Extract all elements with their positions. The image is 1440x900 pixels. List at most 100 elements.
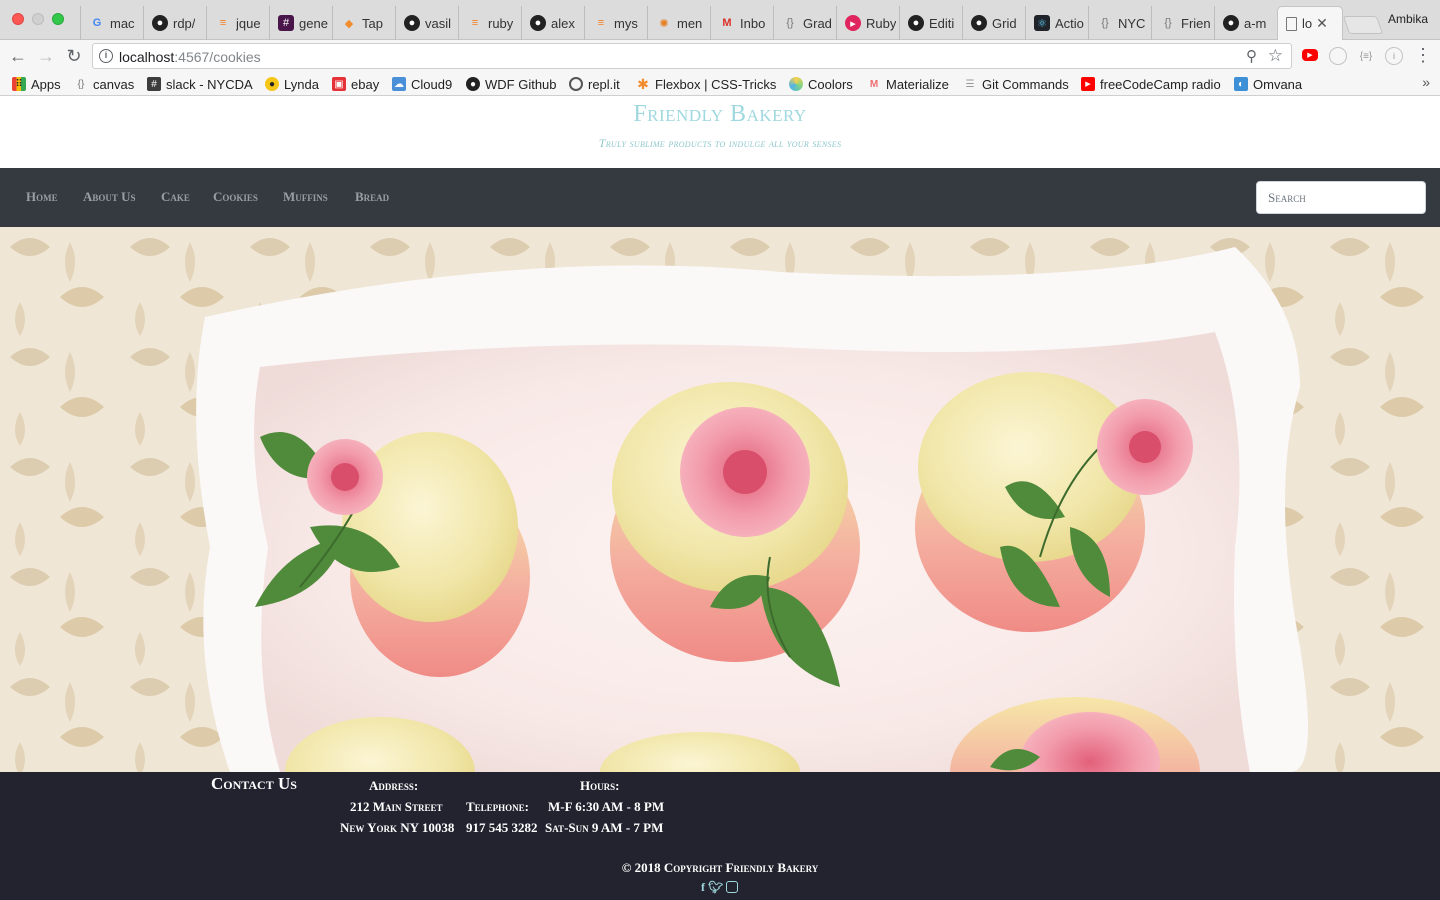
address-line1: 212 Main Street xyxy=(350,799,443,814)
forward-arrow-icon[interactable]: → xyxy=(34,44,58,68)
cloud9-icon: ☁ xyxy=(392,77,406,91)
bookmark-item[interactable]: {} canvas xyxy=(74,75,135,93)
browser-tab[interactable]: ● vasil xyxy=(395,6,459,40)
bookmark-label: Omvana xyxy=(1253,76,1303,92)
address-label: Address: xyxy=(369,778,419,793)
bookmark-item[interactable]: ▶ freeCodeCamp radio xyxy=(1081,75,1221,93)
ebay-icon: ▣ xyxy=(332,77,346,91)
extension-icon[interactable]: i xyxy=(1385,47,1403,65)
nav-link-muffins[interactable]: Muffins xyxy=(283,189,328,205)
chevron-double-right-icon[interactable]: » xyxy=(1422,74,1430,90)
instagram-icon[interactable] xyxy=(726,881,739,893)
bookmarks-bar: ⠿ Apps {} canvas # slack - NYCDA ● Lynda ▣ eb… xyxy=(0,72,1440,96)
tab-label: rdp/ xyxy=(173,15,196,31)
github-icon: ● xyxy=(152,15,168,31)
github-icon: ● xyxy=(971,15,987,31)
nav-link-bread[interactable]: Bread xyxy=(355,189,389,205)
browser-tab[interactable]: ● Editi xyxy=(899,6,963,40)
browser-tab[interactable]: ≡ jque xyxy=(206,6,270,40)
zoom-icon[interactable]: ⚲ xyxy=(1246,47,1257,65)
hero-image xyxy=(0,227,1440,772)
tab-label: Actio xyxy=(1055,15,1084,31)
window-zoom-button[interactable] xyxy=(52,13,64,25)
browser-tab-strip: Gmac ● rdp/ ≡ jque # gene ◆ Tap ● vasil ≡ ruby… xyxy=(0,0,1440,40)
nav-link-cake[interactable]: Cake xyxy=(161,189,190,205)
browser-tab[interactable]: ▸ Ruby xyxy=(836,6,900,40)
browser-tab[interactable]: ≡ ruby xyxy=(458,6,522,40)
browser-tab[interactable]: ⚛ Actio xyxy=(1025,6,1089,40)
lynda-icon: ● xyxy=(265,77,279,91)
browser-tab[interactable]: ✺ men xyxy=(647,6,711,40)
json-extension-icon[interactable]: {≡} xyxy=(1357,47,1375,65)
site-tagline: Truly sublime products to indulge all yo… xyxy=(598,136,842,150)
tab-label: Inbo xyxy=(740,15,766,31)
search-input[interactable] xyxy=(1256,181,1426,214)
gear-icon: ✺ xyxy=(659,17,669,30)
youtube-extension-icon[interactable]: ▶ xyxy=(1302,49,1318,61)
nav-link-home[interactable]: Home xyxy=(26,189,58,205)
window-minimize-button[interactable] xyxy=(32,13,44,25)
nav-link-about-us[interactable]: About Us xyxy=(83,189,136,205)
tab-label: gene xyxy=(299,15,328,31)
browser-tab[interactable]: {} Frien xyxy=(1151,6,1215,40)
address-url: localhost:4567/cookies xyxy=(119,49,261,65)
site-footer: Contact Us Address: 212 Main Street New … xyxy=(0,772,1440,900)
new-tab-button[interactable] xyxy=(1342,16,1384,34)
bookmark-item[interactable]: ◐ Omvana xyxy=(1234,75,1302,93)
browser-tab[interactable]: ◆ Tap xyxy=(332,6,396,40)
hours-weekend: Sat-Sun 9 AM - 7 PM xyxy=(545,820,664,835)
bookmark-item[interactable]: ▣ ebay xyxy=(332,75,379,93)
info-icon[interactable]: i xyxy=(99,49,113,63)
bookmark-label: Git Commands xyxy=(982,76,1069,92)
window-close-button[interactable] xyxy=(12,13,24,25)
browser-tab[interactable]: M Inbo xyxy=(710,6,774,40)
facebook-icon[interactable]: f xyxy=(701,880,705,894)
tab-label: lo xyxy=(1302,16,1313,31)
back-arrow-icon[interactable]: ← xyxy=(6,44,30,68)
browser-tab[interactable]: {} NYC xyxy=(1088,6,1152,40)
browser-tab[interactable]: ≡ mys xyxy=(584,6,648,40)
profile-name[interactable]: Ambika xyxy=(1388,12,1428,26)
browser-tab[interactable]: ● Grid xyxy=(962,6,1026,40)
bookmark-item[interactable]: ⠿ Apps xyxy=(12,75,61,93)
address-bar[interactable]: i localhost:4567/cookies ⚲ ☆ xyxy=(92,43,1292,69)
browser-tab[interactable]: # gene xyxy=(269,6,333,40)
browser-tab[interactable]: ● alex xyxy=(521,6,585,40)
bookmark-star-icon[interactable]: ☆ xyxy=(1268,46,1283,66)
close-icon[interactable]: ✕ xyxy=(1316,15,1328,32)
browser-toolbar: ← → ↻ i localhost:4567/cookies ⚲ ☆ ▶ {≡}… xyxy=(0,40,1440,72)
tab-label: NYC xyxy=(1118,15,1146,31)
browser-tab[interactable]: Gmac xyxy=(80,6,144,40)
tab-label: jque xyxy=(236,15,261,31)
reload-icon[interactable]: ↻ xyxy=(62,44,86,68)
browser-tab[interactable]: ● rdp/ xyxy=(143,6,207,40)
bookmark-item[interactable]: ☰ Git Commands xyxy=(963,75,1069,93)
bookmark-item[interactable]: ● Lynda xyxy=(265,75,319,93)
site-header: Friendly Bakery Truly sublime products t… xyxy=(0,97,1440,168)
site-title[interactable]: Friendly Bakery xyxy=(0,101,1440,128)
tab-label: Grad xyxy=(803,15,832,31)
bookmark-item[interactable]: ☁ Cloud9 xyxy=(392,75,452,93)
replit-icon xyxy=(569,77,583,91)
braces-icon: {} xyxy=(786,17,794,29)
url-host: localhost xyxy=(119,49,175,65)
browser-tab[interactable]: ● a-m xyxy=(1214,6,1278,40)
bookmark-item[interactable]: Coolors xyxy=(789,75,853,93)
tab-label: a-m xyxy=(1244,15,1267,31)
browser-tab-active[interactable]: lo ✕ xyxy=(1277,6,1343,40)
browser-menu-icon[interactable]: ⋮ xyxy=(1414,45,1432,65)
tab-label: mys xyxy=(614,15,638,31)
twitter-icon[interactable]: 🐦︎ xyxy=(708,880,723,894)
nav-link-cookies[interactable]: Cookies xyxy=(213,189,258,205)
extension-icon[interactable] xyxy=(1329,47,1347,65)
bookmark-item[interactable]: # slack - NYCDA xyxy=(147,75,253,93)
telephone-number[interactable]: 917 545 3282 xyxy=(466,820,538,836)
bookmark-item[interactable]: ● WDF Github xyxy=(466,75,557,93)
browser-tab[interactable]: {} Grad xyxy=(773,6,837,40)
bookmark-item[interactable]: M Materialize xyxy=(867,75,949,93)
tab-list: Gmac ● rdp/ ≡ jque # gene ◆ Tap ● vasil ≡ ruby… xyxy=(80,6,1343,40)
tab-label: Tap xyxy=(362,15,383,31)
bookmark-item[interactable]: repl.it xyxy=(569,75,620,93)
bookmark-item[interactable]: ✱ Flexbox | CSS-Tricks xyxy=(636,75,776,93)
bookmark-label: slack - NYCDA xyxy=(166,76,253,92)
